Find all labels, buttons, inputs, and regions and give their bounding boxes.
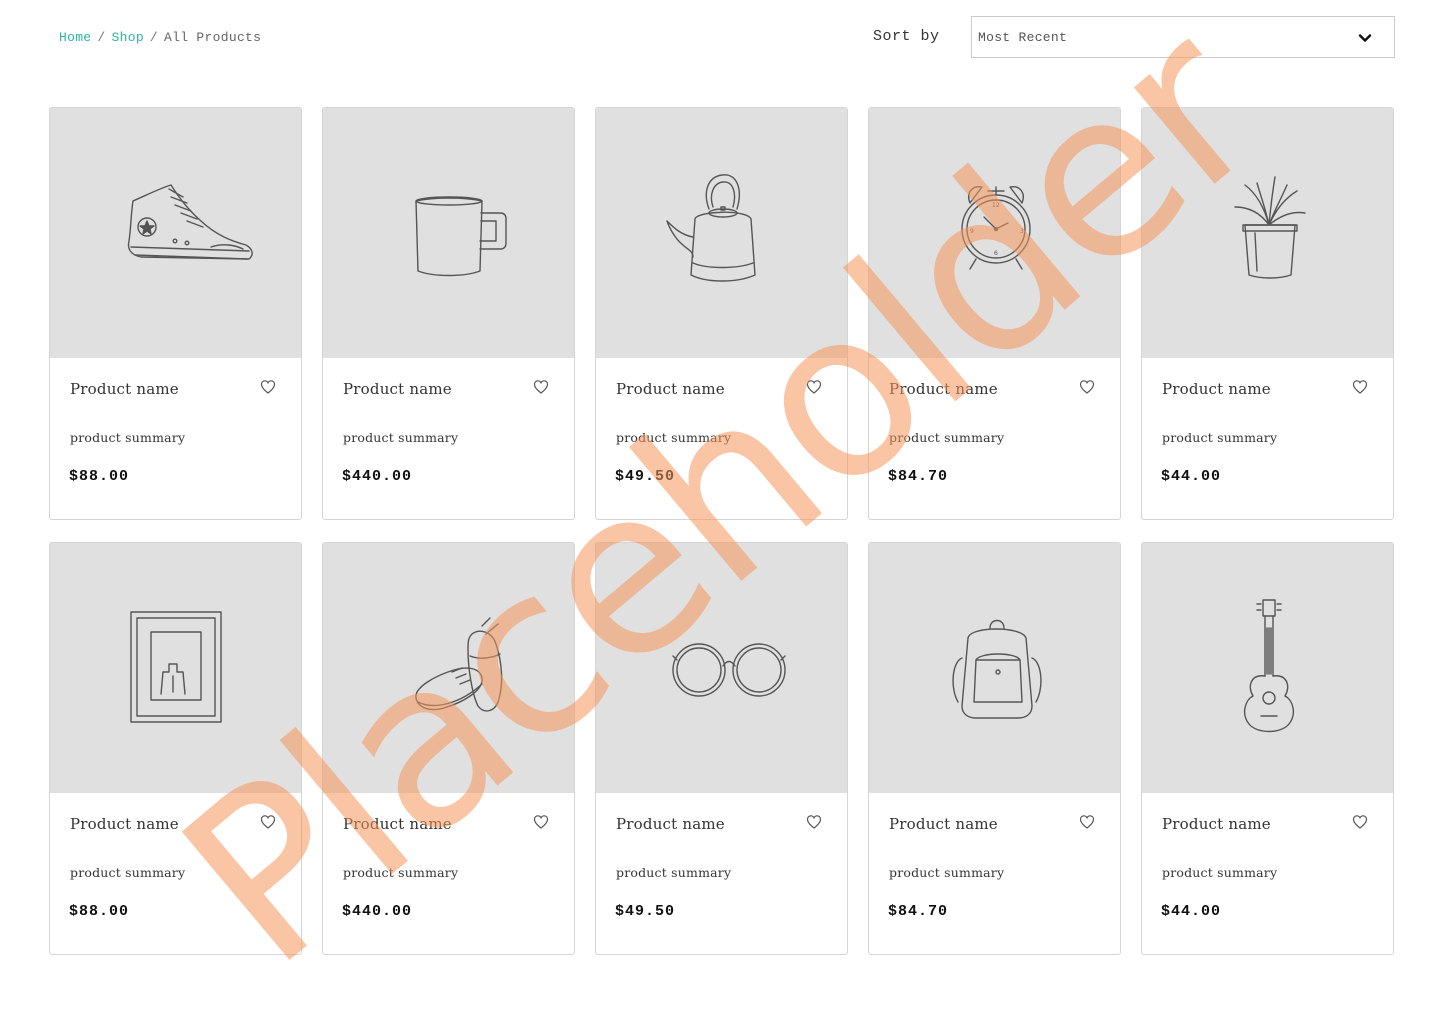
heart-icon[interactable] bbox=[260, 379, 276, 395]
product-name[interactable]: Product name bbox=[70, 380, 179, 398]
breadcrumb: Home / Shop / All Products bbox=[59, 30, 261, 45]
product-card[interactable]: 12 3 6 9 Product name product summary $8… bbox=[868, 107, 1121, 520]
product-name[interactable]: Product name bbox=[70, 815, 179, 833]
product-name[interactable]: Product name bbox=[889, 815, 998, 833]
heart-icon[interactable] bbox=[533, 379, 549, 395]
product-card[interactable]: Product name product summary $44.00 bbox=[1141, 107, 1394, 520]
product-price: $49.50 bbox=[615, 903, 676, 920]
heart-icon[interactable] bbox=[1079, 379, 1095, 395]
heart-icon[interactable] bbox=[1352, 379, 1368, 395]
product-name[interactable]: Product name bbox=[616, 815, 725, 833]
product-card[interactable]: Product name product summary $84.70 bbox=[868, 542, 1121, 955]
product-price: $84.70 bbox=[888, 903, 949, 920]
product-card[interactable]: Product name product summary $88.00 bbox=[49, 107, 302, 520]
breadcrumb-home-link[interactable]: Home bbox=[59, 30, 91, 45]
alarm-clock-icon: 12 3 6 9 bbox=[960, 186, 1031, 270]
product-summary: product summary bbox=[343, 865, 459, 880]
product-summary: product summary bbox=[343, 430, 459, 445]
product-card[interactable]: Product name product summary $49.50 bbox=[595, 107, 848, 520]
product-image bbox=[869, 543, 1120, 793]
sunglasses-icon bbox=[671, 643, 786, 697]
product-price: $44.00 bbox=[1161, 903, 1222, 920]
svg-text:3: 3 bbox=[1020, 228, 1024, 235]
product-summary: product summary bbox=[70, 865, 186, 880]
product-summary: product summary bbox=[616, 865, 732, 880]
product-name[interactable]: Product name bbox=[1162, 380, 1271, 398]
product-image: 12 3 6 9 bbox=[869, 108, 1120, 358]
product-card[interactable]: Product name product summary $49.50 bbox=[595, 542, 848, 955]
product-summary: product summary bbox=[1162, 430, 1278, 445]
product-image bbox=[596, 108, 847, 358]
sort-select[interactable]: Most Recent bbox=[971, 16, 1395, 58]
shoes-icon bbox=[414, 617, 502, 712]
sort-selected-value: Most Recent bbox=[978, 30, 1068, 45]
breadcrumb-separator: / bbox=[149, 30, 159, 45]
product-price: $84.70 bbox=[888, 468, 949, 485]
product-summary: product summary bbox=[1162, 865, 1278, 880]
breadcrumb-separator: / bbox=[97, 30, 106, 45]
product-card[interactable]: Product name product summary $88.00 bbox=[49, 542, 302, 955]
backpack-icon bbox=[951, 619, 1042, 719]
product-card[interactable]: Product name product summary $440.00 bbox=[322, 107, 575, 520]
product-name[interactable]: Product name bbox=[343, 815, 452, 833]
product-name[interactable]: Product name bbox=[616, 380, 725, 398]
chevron-down-icon bbox=[1358, 34, 1372, 42]
product-name[interactable]: Product name bbox=[1162, 815, 1271, 833]
product-image bbox=[323, 543, 574, 793]
guitar-icon bbox=[1243, 599, 1294, 733]
svg-text:9: 9 bbox=[970, 228, 974, 235]
product-image bbox=[323, 108, 574, 358]
top-bar: Home / Shop / All Products Sort by Most Rece… bbox=[0, 0, 1441, 76]
sort-by-label: Sort by bbox=[873, 28, 940, 45]
product-summary: product summary bbox=[70, 430, 186, 445]
breadcrumb-current: All Products bbox=[164, 30, 262, 45]
product-price: $440.00 bbox=[342, 468, 413, 485]
product-image bbox=[50, 108, 301, 358]
heart-icon[interactable] bbox=[260, 814, 276, 830]
heart-icon[interactable] bbox=[806, 814, 822, 830]
product-summary: product summary bbox=[616, 430, 732, 445]
product-price: $44.00 bbox=[1161, 468, 1222, 485]
breadcrumb-shop-link[interactable]: Shop bbox=[112, 30, 144, 45]
heart-icon[interactable] bbox=[1079, 814, 1095, 830]
kettle-icon bbox=[665, 174, 756, 282]
product-price: $88.00 bbox=[69, 468, 130, 485]
product-price: $440.00 bbox=[342, 903, 413, 920]
product-name[interactable]: Product name bbox=[889, 380, 998, 398]
svg-text:6: 6 bbox=[994, 250, 998, 257]
product-card[interactable]: Product name product summary $440.00 bbox=[322, 542, 575, 955]
svg-text:12: 12 bbox=[992, 202, 1000, 209]
product-image bbox=[1142, 108, 1393, 358]
heart-icon[interactable] bbox=[533, 814, 549, 830]
product-image bbox=[50, 543, 301, 793]
product-image bbox=[596, 543, 847, 793]
product-card[interactable]: Product name product summary $44.00 bbox=[1141, 542, 1394, 955]
product-summary: product summary bbox=[889, 865, 1005, 880]
product-grid: Product name product summary $88.00 Prod… bbox=[49, 107, 1394, 955]
potted-plant-icon bbox=[1233, 176, 1306, 279]
heart-icon[interactable] bbox=[806, 379, 822, 395]
product-name[interactable]: Product name bbox=[343, 380, 452, 398]
mug-icon bbox=[414, 196, 507, 277]
sneaker-icon bbox=[127, 184, 253, 260]
product-price: $49.50 bbox=[615, 468, 676, 485]
picture-frame-icon bbox=[129, 611, 222, 723]
product-price: $88.00 bbox=[69, 903, 130, 920]
product-image bbox=[1142, 543, 1393, 793]
product-summary: product summary bbox=[889, 430, 1005, 445]
heart-icon[interactable] bbox=[1352, 814, 1368, 830]
